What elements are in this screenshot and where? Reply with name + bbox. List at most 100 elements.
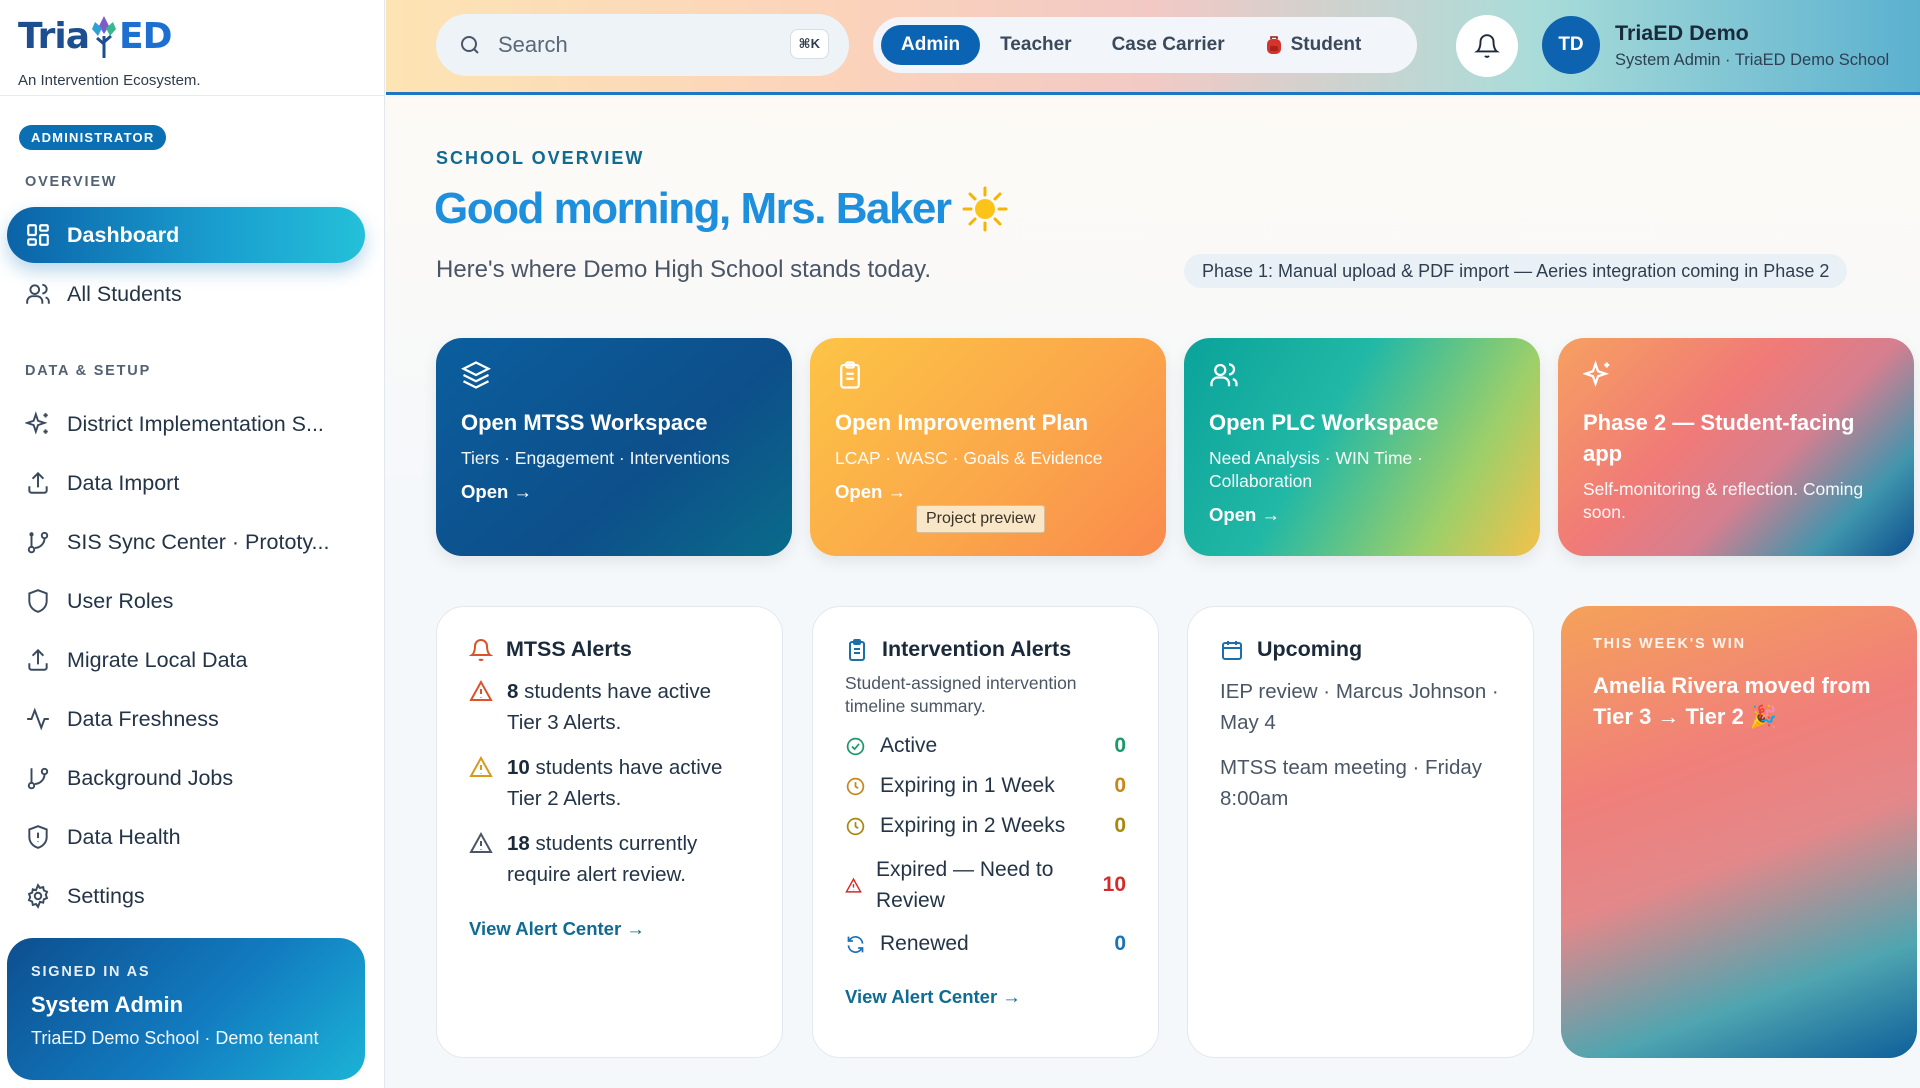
page-eyebrow: SCHOOL OVERVIEW [436, 148, 645, 168]
clipboard-icon [840, 361, 860, 389]
alert-text: students currently require alert review. [507, 832, 698, 886]
view-alert-center-link[interactable]: View Alert Center → [469, 918, 750, 940]
brand-name-part-b: ED [119, 15, 172, 57]
role-tab-teacher[interactable]: Teacher [980, 25, 1091, 65]
status-label: Expired — Need to Review [876, 858, 1054, 912]
greeting-text: Good morning, Mrs. Baker [434, 184, 952, 233]
sidebar-item-label: Settings [67, 883, 145, 908]
status-row-expiring-1-week: Expiring in 1 Week 0 [845, 774, 1126, 798]
sidebar-item-label: Data Freshness [67, 706, 219, 731]
check-circle-icon [846, 737, 865, 755]
sidebar: Tria ED An Intervention Ecosystem. ADMIN… [0, 0, 385, 1088]
card-title: Open Improvement Plan [835, 410, 1089, 435]
clipboard-icon [849, 638, 865, 661]
project-preview-tooltip: Project preview [916, 505, 1046, 533]
upcoming-card: Upcoming IEP review · Marcus Johnson · M… [1187, 606, 1534, 1058]
improvement-plan-card[interactable]: Open Improvement Plan LCAP · WASC · Goal… [810, 338, 1166, 556]
activity-icon [27, 707, 49, 731]
backpack-icon [1266, 36, 1281, 54]
sidebar-item-data-freshness[interactable]: Data Freshness [7, 691, 365, 747]
signed-in-card: SIGNED IN AS System Admin TriaED Demo Sc… [7, 938, 365, 1080]
card-desc: LCAP · WASC · Goals & Evidence [835, 448, 1103, 468]
sidebar-item-all-students[interactable]: All Students [7, 266, 365, 322]
brand-name-part-a: Tria [18, 15, 90, 57]
brand-logo[interactable]: Tria ED An Intervention Ecosystem. [0, 0, 384, 96]
sidebar-item-dashboard[interactable]: Dashboard [7, 207, 365, 263]
card-title: Open PLC Workspace [1209, 410, 1439, 435]
status-label: Active [880, 734, 938, 757]
alert-row-tier2: 10 students have active Tier 2 Alerts. [469, 752, 750, 814]
card-open-link[interactable]: Open → [461, 481, 767, 503]
sidebar-item-district-implementation[interactable]: District Implementation S... [7, 396, 365, 452]
sidebar-item-label: District Implementation S... [67, 411, 324, 436]
clock-icon [846, 777, 865, 795]
status-count: 0 [1114, 814, 1126, 837]
brand-tagline: An Intervention Ecosystem. [18, 72, 201, 89]
phase-note-badge: Phase 1: Manual upload & PDF import — Ae… [1184, 254, 1848, 288]
bell-icon [1474, 34, 1500, 58]
sidebar-item-user-roles[interactable]: User Roles [7, 573, 365, 629]
status-count: 0 [1114, 932, 1126, 955]
role-switcher: Admin Teacher Case Carrier Student [873, 17, 1417, 73]
alert-text: students have active Tier 3 Alerts. [507, 680, 711, 734]
sidebar-item-label: Background Jobs [67, 765, 234, 790]
sidebar-item-data-import[interactable]: Data Import [7, 455, 365, 511]
search-input[interactable]: Search ⌘K [436, 14, 849, 76]
card-title: MTSS Alerts [506, 637, 632, 661]
shield-alert-icon [28, 825, 48, 849]
status-label: Expiring in 1 Week [880, 774, 1055, 797]
plc-workspace-card[interactable]: Open PLC Workspace Need Analysis · WIN T… [1184, 338, 1540, 556]
card-header: Intervention Alerts [845, 637, 1126, 662]
search-placeholder: Search [498, 32, 568, 57]
card-desc: Need Analysis · WIN Time · Collaboration [1209, 448, 1423, 491]
signed-in-name: System Admin [31, 992, 184, 1017]
notifications-button[interactable] [1456, 15, 1518, 77]
alert-count: 8 [507, 680, 519, 703]
user-role: System Admin · TriaED Demo School [1615, 51, 1890, 69]
signed-in-kicker: SIGNED IN AS [31, 964, 151, 980]
sidebar-item-label: Data Import [67, 470, 180, 495]
card-title: Open MTSS Workspace [461, 410, 708, 435]
sidebar-item-background-jobs[interactable]: Background Jobs [7, 750, 365, 806]
view-alert-center-link[interactable]: View Alert Center → [845, 986, 1126, 1008]
mtss-workspace-card[interactable]: Open MTSS Workspace Tiers · Engagement ·… [436, 338, 792, 556]
sidebar-item-sis-sync-center[interactable]: SIS Sync Center · Prototy... [7, 514, 365, 570]
status-row-expired: Expired — Need to Review 10 [845, 854, 1126, 916]
git-branch-icon [27, 767, 49, 790]
sidebar-item-data-health[interactable]: Data Health [7, 809, 365, 865]
role-tab-case-carrier[interactable]: Case Carrier [1092, 25, 1245, 65]
clock-icon [846, 817, 865, 835]
layers-icon [461, 361, 491, 389]
card-desc: Student-assigned intervention timeline s… [845, 673, 1077, 716]
avatar[interactable]: TD [1542, 16, 1600, 74]
signed-in-detail: TriaED Demo School · Demo tenant [31, 1028, 319, 1048]
section-label-overview: OVERVIEW [25, 174, 118, 190]
role-tab-student[interactable]: Student [1245, 25, 1382, 65]
upload-icon [28, 471, 48, 494]
refresh-icon [847, 935, 864, 953]
status-row-expiring-2-weeks: Expiring in 2 Weeks 0 [845, 814, 1126, 838]
users-icon [26, 283, 50, 304]
sidebar-item-migrate-local-data[interactable]: Migrate Local Data [7, 632, 365, 688]
card-open-link[interactable]: Open → [835, 481, 1141, 503]
card-header: MTSS Alerts [469, 637, 750, 662]
role-badge: ADMINISTRATOR [19, 125, 167, 150]
sun-icon [962, 186, 1008, 232]
sidebar-item-settings[interactable]: Settings [7, 868, 365, 924]
card-open-link[interactable]: Open → [1209, 504, 1515, 526]
section-label-data-setup: DATA & SETUP [25, 363, 152, 379]
tree-logo-icon [92, 16, 116, 58]
warning-icon [469, 831, 493, 853]
sidebar-item-label: Migrate Local Data [67, 647, 248, 672]
sparkles-icon [25, 411, 48, 435]
sidebar-item-label: User Roles [67, 588, 174, 613]
win-message: Amelia Rivera moved from Tier 3 → Tier 2… [1593, 673, 1871, 729]
sidebar-item-label: Dashboard [67, 222, 180, 247]
gear-icon [27, 883, 49, 909]
alert-text: students have active Tier 2 Alerts. [507, 756, 723, 810]
warning-icon [469, 755, 493, 777]
alert-row-tier3: 8 students have active Tier 3 Alerts. [469, 676, 750, 738]
shield-icon [28, 589, 48, 613]
role-tab-admin[interactable]: Admin [881, 25, 981, 65]
user-name: TriaED Demo [1615, 21, 1749, 45]
